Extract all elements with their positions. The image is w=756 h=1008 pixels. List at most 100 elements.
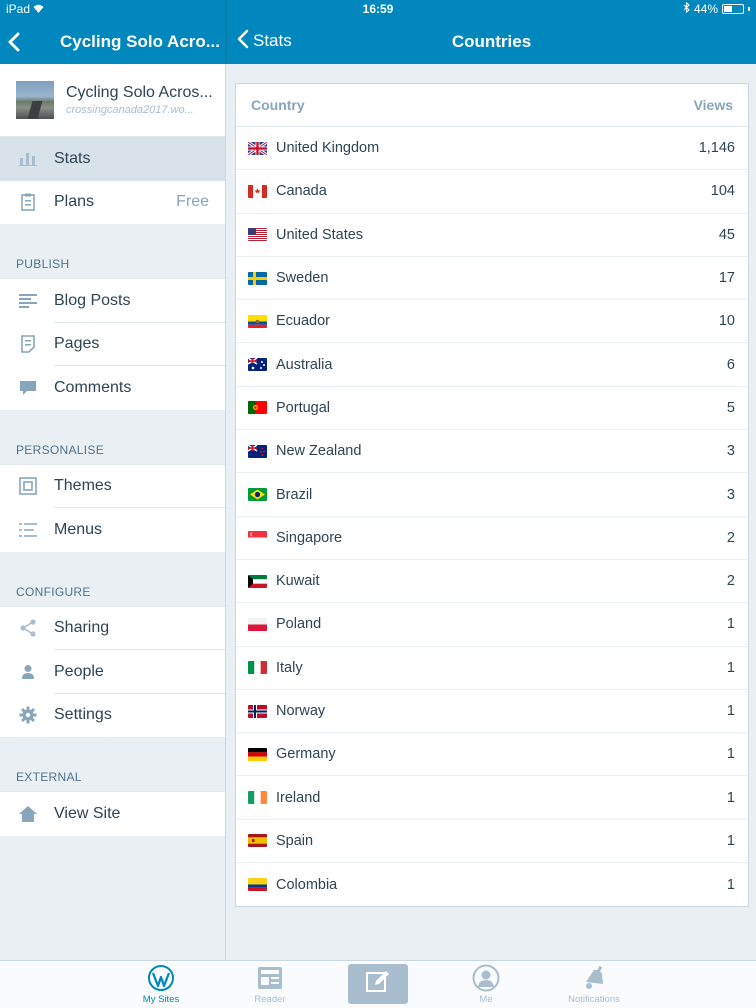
- view-count: 104: [710, 183, 735, 200]
- battery-icon: [722, 4, 744, 14]
- tab-reader[interactable]: Reader: [235, 961, 305, 1008]
- view-count: 2: [726, 529, 735, 546]
- sidebar-item-themes[interactable]: Themes: [0, 464, 225, 508]
- view-count: 1: [726, 659, 735, 676]
- sidebar-item-label: Themes: [54, 477, 112, 495]
- table-row[interactable]: Colombia 1: [236, 863, 748, 906]
- tab-my-sites[interactable]: My Sites: [126, 961, 196, 1008]
- menus-icon: [17, 519, 39, 541]
- section-external: EXTERNAL: [0, 737, 225, 792]
- country-name: Australia: [276, 356, 333, 373]
- view-count: 1: [726, 703, 735, 719]
- sidebar-item-label: View Site: [54, 804, 121, 822]
- write-post-button[interactable]: [348, 964, 408, 1004]
- sidebar-item-label: Stats: [54, 149, 91, 167]
- sidebar-item-label: Blog Posts: [54, 291, 131, 309]
- sidebar-item-blog-posts[interactable]: Blog Posts: [0, 279, 225, 323]
- country-name: Germany: [276, 746, 336, 763]
- flag-pt-icon: [248, 401, 267, 415]
- clipboard-icon: [17, 191, 39, 213]
- sidebar-item-plans[interactable]: Plans Free: [0, 180, 225, 224]
- view-count: 45: [718, 226, 735, 243]
- country-name: United Kingdom: [276, 140, 380, 157]
- sidebar-item-comments[interactable]: Comments: [0, 366, 225, 410]
- column-header-country: Country: [251, 97, 305, 113]
- flag-kw-icon: [248, 574, 267, 588]
- table-row[interactable]: Portugal 5: [236, 387, 748, 431]
- country-name: Italy: [276, 659, 303, 676]
- flag-de-icon: [248, 747, 267, 761]
- flag-nz-icon: [248, 444, 267, 458]
- view-count: 2: [726, 573, 735, 590]
- site-url: crossingcanada2017.wo...: [66, 104, 194, 116]
- sidebar-item-sharing[interactable]: Sharing: [0, 606, 225, 650]
- table-row[interactable]: Australia 6: [236, 343, 748, 387]
- person-icon: [17, 661, 39, 683]
- table-row[interactable]: United Kingdom 1,146: [236, 127, 748, 171]
- table-row[interactable]: Norway 1: [236, 690, 748, 734]
- bell-icon: [580, 964, 608, 992]
- me-icon: [472, 964, 500, 992]
- view-count: 1: [726, 876, 735, 893]
- house-icon: [17, 803, 39, 825]
- section-personalise: PERSONALISE: [0, 410, 225, 465]
- tab-notifications[interactable]: Notifications: [559, 961, 629, 1008]
- comment-icon: [17, 377, 39, 399]
- countries-table: Country Views United Kingdom 1,146 Canada 1…: [235, 83, 749, 908]
- site-header[interactable]: Cycling Solo Acros... crossingcanada2017…: [0, 64, 225, 137]
- table-row[interactable]: Brazil 3: [236, 473, 748, 517]
- country-name: Kuwait: [276, 573, 320, 590]
- table-row[interactable]: Poland 1: [236, 603, 748, 647]
- country-name: Poland: [276, 616, 322, 633]
- country-name: Ireland: [276, 789, 321, 806]
- view-count: 3: [726, 486, 735, 503]
- flag-es-icon: [248, 834, 267, 848]
- table-row[interactable]: New Zealand 3: [236, 430, 748, 474]
- sidebar-item-stats[interactable]: Stats: [0, 137, 225, 181]
- view-count: 6: [726, 356, 735, 373]
- status-time: 16:59: [362, 2, 394, 16]
- country-name: Singapore: [276, 529, 343, 546]
- table-row[interactable]: Sweden 17: [236, 257, 748, 301]
- table-row[interactable]: Germany 1: [236, 733, 748, 777]
- sidebar-item-people[interactable]: People: [0, 650, 225, 694]
- country-name: Ecuador: [276, 313, 331, 330]
- sidebar-item-settings[interactable]: Settings: [0, 693, 225, 737]
- table-row[interactable]: United States 45: [236, 214, 748, 257]
- themes-icon: [17, 475, 39, 497]
- sidebar-item-pages[interactable]: Pages: [0, 322, 225, 366]
- sidebar-item-menus[interactable]: Menus: [0, 508, 225, 552]
- sidebar-item-label: Plans: [54, 193, 95, 211]
- flag-ca-icon: [248, 184, 267, 198]
- table-row[interactable]: Ireland 1: [236, 776, 748, 820]
- table-row[interactable]: Canada 104: [236, 170, 748, 214]
- flag-ec-icon: [248, 314, 267, 328]
- sidebar-item-label: People: [54, 662, 104, 680]
- sidebar-item-label: Settings: [54, 706, 112, 724]
- table-row[interactable]: Singapore 2: [236, 517, 748, 560]
- flag-co-icon: [248, 878, 267, 892]
- flag-us-icon: [248, 228, 267, 242]
- tab-me[interactable]: Me: [451, 961, 521, 1008]
- flag-se-icon: [248, 271, 267, 285]
- flag-gb-icon: [248, 141, 267, 155]
- flag-br-icon: [248, 488, 267, 502]
- view-count: 5: [726, 399, 735, 416]
- sidebar-item-label: Comments: [54, 378, 132, 396]
- section-publish: PUBLISH: [0, 224, 225, 279]
- flag-sg-icon: [248, 531, 267, 545]
- flag-pl-icon: [248, 617, 267, 631]
- table-row[interactable]: Ecuador 10: [236, 300, 748, 344]
- gear-icon: [17, 704, 39, 726]
- back-chevron-icon[interactable]: [8, 27, 30, 57]
- table-row[interactable]: Spain 1: [236, 820, 748, 864]
- view-count: 17: [718, 270, 735, 287]
- table-row[interactable]: Italy 1: [236, 647, 748, 690]
- table-row[interactable]: Kuwait 2: [236, 560, 748, 604]
- table-header: Country Views: [236, 84, 748, 127]
- country-name: Norway: [276, 703, 326, 719]
- tab-label: Reader: [254, 994, 286, 1005]
- sidebar-item-view-site[interactable]: View Site: [0, 792, 225, 836]
- wordpress-icon: [147, 964, 175, 992]
- flag-it-icon: [248, 661, 267, 675]
